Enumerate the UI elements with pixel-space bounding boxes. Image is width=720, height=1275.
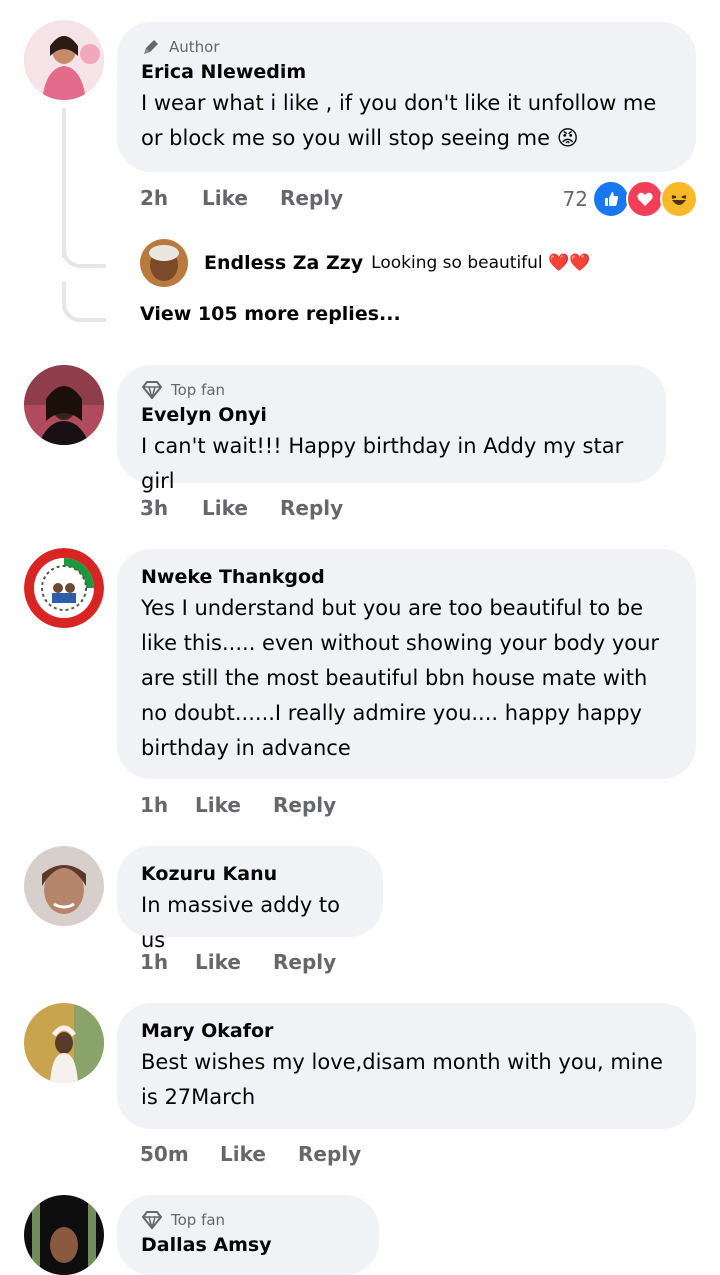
reaction-count: 72 (562, 187, 588, 211)
avatar-image (24, 1003, 104, 1083)
comment-actions: 50m Like Reply (140, 1142, 361, 1166)
pencil-icon (144, 40, 158, 54)
avatar-image (140, 239, 188, 287)
like-button[interactable]: Like (195, 950, 273, 974)
reaction-summary[interactable]: 72 (563, 180, 698, 218)
author-badge: Author (141, 36, 672, 58)
comment-time[interactable]: 1h (140, 793, 195, 817)
comment-bubble: Top fan Evelyn Onyi I can't wait!!! Happ… (117, 365, 666, 493)
comment-actions: 1h Like Reply (140, 793, 336, 817)
comment-time[interactable]: 50m (140, 1142, 220, 1166)
commenter-name[interactable]: Kozuru Kanu (141, 860, 359, 888)
thread-connector (62, 282, 106, 322)
comment-time[interactable]: 2h (140, 186, 202, 210)
commenter-name[interactable]: Mary Okafor (141, 1017, 672, 1045)
comment-actions: 3h Like Reply (140, 496, 343, 520)
view-more-replies-link[interactable]: View 105 more replies... (140, 303, 401, 325)
diamond-icon (141, 1211, 163, 1229)
comment-text: I can't wait!!! Happy birthday in Addy m… (141, 434, 624, 493)
comment-actions: 1h Like Reply (140, 950, 336, 974)
reply-button[interactable]: Reply (280, 496, 343, 520)
avatar-image (24, 365, 104, 445)
avatar-image (24, 548, 104, 628)
reply-preview[interactable]: Endless Za Zzy Looking so beautiful ❤️❤️ (140, 239, 590, 287)
reply-button[interactable]: Reply (298, 1142, 361, 1166)
badge-label: Top fan (171, 1211, 226, 1229)
like-button[interactable]: Like (202, 186, 280, 210)
avatar-image (24, 20, 104, 100)
like-reaction-icon (592, 180, 630, 218)
comment-bubble: Nweke Thankgod Yes I understand but you … (117, 549, 696, 779)
thread-connector (62, 230, 106, 268)
reply-button[interactable]: Reply (273, 950, 336, 974)
comment-text: I wear what i like , if you don't like i… (141, 91, 657, 150)
haha-reaction-icon (660, 180, 698, 218)
comment-bubble: Top fan Dallas Amsy (117, 1195, 379, 1275)
avatar[interactable] (24, 20, 104, 100)
comment-bubble: Kozuru Kanu In massive addy to us (117, 846, 383, 952)
comment-text: In massive addy to us (141, 893, 340, 952)
avatar[interactable] (24, 846, 104, 926)
reply-text: Looking so beautiful ❤️❤️ (371, 253, 591, 273)
badge-label: Top fan (171, 381, 226, 399)
like-button[interactable]: Like (195, 793, 273, 817)
commenter-name[interactable]: Evelyn Onyi (141, 401, 642, 429)
reply-button[interactable]: Reply (280, 186, 343, 210)
comment-text: Best wishes my love,disam month with you… (141, 1050, 663, 1109)
top-fan-badge: Top fan (141, 1209, 355, 1231)
love-reaction-icon (626, 180, 664, 218)
avatar-image (24, 846, 104, 926)
reply-button[interactable]: Reply (273, 793, 336, 817)
avatar[interactable] (24, 1003, 104, 1083)
comment-text: Yes I understand but you are too beautif… (141, 596, 660, 760)
top-fan-badge: Top fan (141, 379, 642, 401)
commenter-name[interactable]: Nweke Thankgod (141, 563, 672, 591)
reply-author-name[interactable]: Endless Za Zzy (204, 252, 363, 274)
avatar[interactable] (24, 1195, 104, 1275)
badge-label: Author (169, 38, 220, 56)
diamond-icon (141, 381, 163, 399)
like-button[interactable]: Like (202, 496, 280, 520)
like-button[interactable]: Like (220, 1142, 298, 1166)
commenter-name[interactable]: Erica Nlewedim (141, 58, 672, 86)
avatar[interactable] (24, 365, 104, 445)
avatar[interactable] (140, 239, 188, 287)
comment-actions: 2h Like Reply (140, 186, 343, 210)
comment-time[interactable]: 3h (140, 496, 202, 520)
comment-bubble: Mary Okafor Best wishes my love,disam mo… (117, 1003, 696, 1129)
avatar-image (24, 1195, 104, 1275)
commenter-name[interactable]: Dallas Amsy (141, 1231, 355, 1259)
comment-bubble: Author Erica Nlewedim I wear what i like… (117, 22, 696, 172)
comment-time[interactable]: 1h (140, 950, 195, 974)
avatar[interactable] (24, 548, 104, 628)
